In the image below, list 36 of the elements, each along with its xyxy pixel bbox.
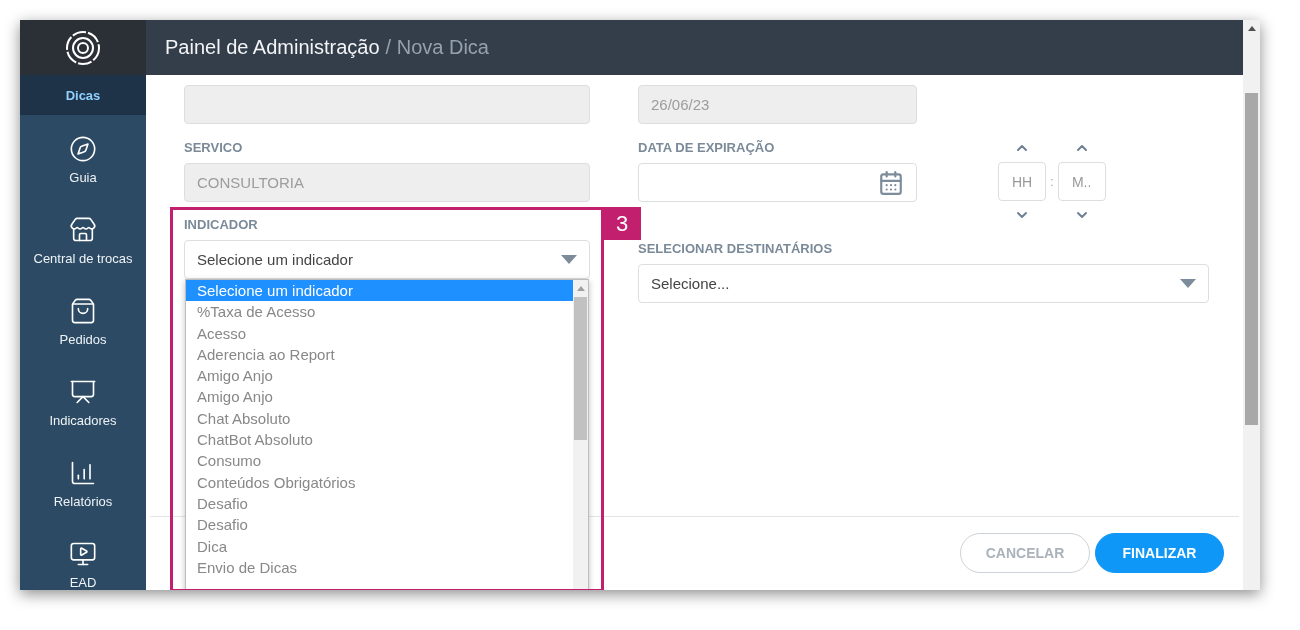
page-title: Painel de Administração	[165, 36, 380, 59]
minute-field[interactable]: M..	[1057, 162, 1106, 201]
sidebar-item[interactable]: Central de trocas	[20, 196, 146, 277]
recipients-select[interactable]: Selecione...	[638, 264, 1209, 303]
presentation-chart-icon	[69, 378, 97, 406]
field-label: SELECIONAR DESTINATÁRIOS	[638, 241, 834, 256]
cancel-button[interactable]: CANCELAR	[960, 532, 1090, 573]
breadcrumb: / Nova Dica	[385, 36, 489, 59]
dropdown-caret-icon	[561, 255, 577, 264]
store-icon	[69, 216, 97, 244]
shopping-bag-icon	[69, 297, 97, 325]
finish-button[interactable]: FINALIZAR	[1095, 532, 1224, 573]
field-label: INDICADOR	[184, 217, 259, 232]
step-number: 3	[603, 207, 641, 240]
hour-field[interactable]: HH	[998, 162, 1046, 201]
expiration-date-field[interactable]	[638, 163, 917, 202]
bar-chart-icon	[69, 459, 97, 487]
sidebar-item[interactable]: Dicas	[20, 75, 146, 115]
compass-icon	[69, 135, 97, 163]
scroll-up-icon[interactable]	[1247, 26, 1256, 31]
scrollbar[interactable]	[1243, 20, 1260, 590]
field-label: DATA DE EXPIRAÇÃO	[638, 140, 776, 155]
dropdown-caret-icon	[1180, 279, 1196, 288]
monitor-icon	[69, 540, 97, 568]
field-label: SERVICO	[184, 140, 244, 155]
sidebar-item[interactable]: Relatórios	[20, 439, 146, 520]
time-separator: :	[1050, 174, 1054, 189]
sidebar-item[interactable]: Guia	[20, 115, 146, 196]
sidebar-item[interactable]: Indicadores	[20, 358, 146, 439]
calendar-icon	[878, 169, 904, 196]
indicator-select[interactable]: Selecione um indicador	[184, 240, 590, 279]
list-scrollbar[interactable]	[573, 280, 588, 590]
sidebar-item[interactable]: Pedidos	[20, 277, 146, 358]
sidebar-item[interactable]: EAD	[20, 520, 146, 590]
logo-icon	[65, 29, 101, 66]
dropdown-option[interactable]: Selecione um indicador	[186, 280, 573, 302]
